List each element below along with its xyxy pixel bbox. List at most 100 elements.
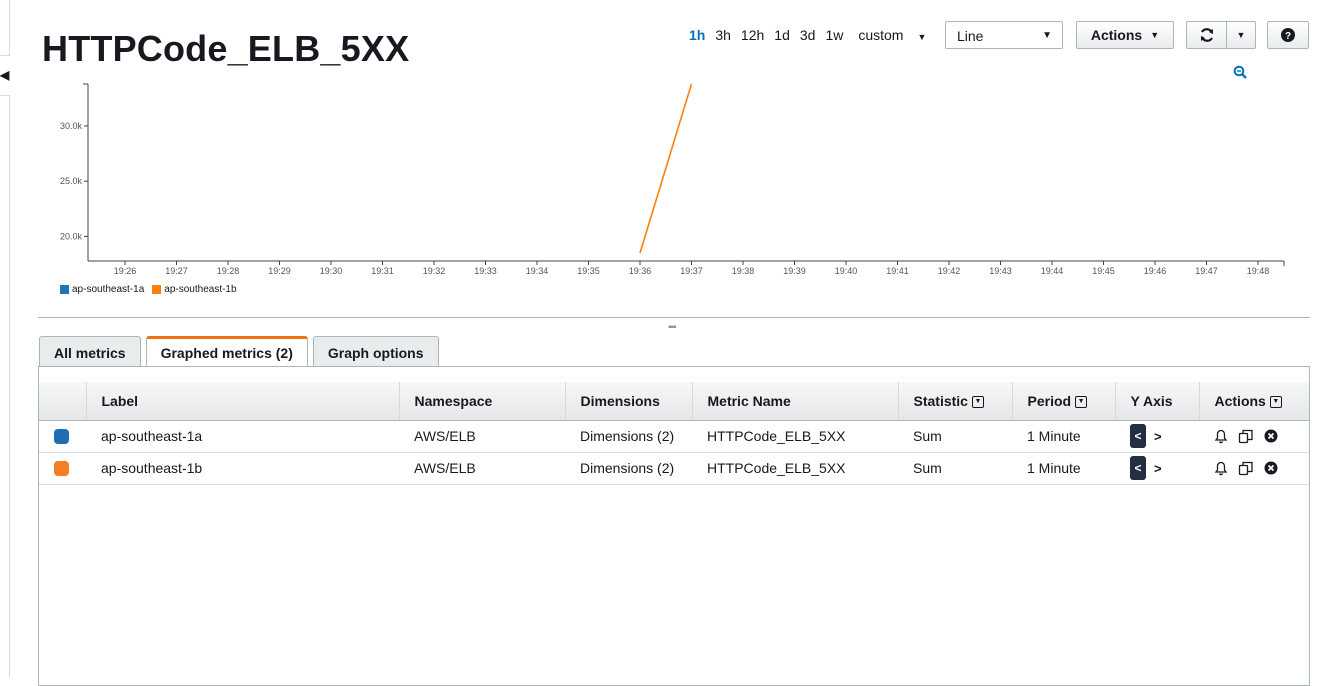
row-color-cell [39,452,86,485]
row-y-axis: < > [1115,452,1199,485]
graphed-metrics-panel: Label Namespace Dimensions Metric Name S… [38,366,1310,686]
refresh-icon [1200,28,1213,42]
row-period[interactable]: 1 Minute [1012,420,1115,453]
sort-dropdown-icon[interactable]: ▼ [971,396,984,409]
x-tick-label: 19:47 [1195,266,1218,276]
caret-down-icon: ▼ [1150,30,1160,40]
x-tick-label: 19:29 [268,266,291,276]
row-metric-name: HTTPCode_ELB_5XX [692,420,898,453]
left-panel-edge: ◀ [0,0,10,677]
copy-icon[interactable] [1238,429,1254,444]
row-namespace: AWS/ELB [399,452,565,485]
legend-item[interactable]: ap-southeast-1b [152,284,237,295]
header-actions[interactable]: Actions ▼ [1198,382,1309,421]
x-tick-label: 19:39 [783,266,806,276]
x-tick-label: 19:45 [1092,266,1115,276]
legend-item[interactable]: ap-southeast-1a [60,284,144,295]
x-tick-label: 19:43 [989,266,1012,276]
header-statistic[interactable]: Statistic ▼ [897,382,1012,421]
x-tick-label: 19:31 [371,266,394,276]
svg-text:?: ? [1285,31,1291,42]
x-tick-label: 19:28 [217,266,240,276]
graph-type-value: Line [957,28,984,44]
graphed-metrics-table: Label Namespace Dimensions Metric Name S… [39,382,1309,485]
resize-divider[interactable] [38,317,1310,318]
sort-dropdown-icon[interactable]: ▼ [1269,396,1282,409]
graph-type-select[interactable]: Line ▼ [945,21,1063,49]
x-tick-label: 19:41 [886,266,909,276]
actions-button[interactable]: Actions ▼ [1076,21,1174,49]
table-header-row: Label Namespace Dimensions Metric Name S… [39,382,1309,421]
left-panel-bottom-box [0,95,10,677]
range-3h[interactable]: 3h [710,27,736,43]
row-period[interactable]: 1 Minute [1012,452,1115,485]
y-tick-label: 20.0k [60,231,83,241]
range-custom-label: custom [858,27,904,43]
legend-swatch [152,285,162,294]
header-period-label: Period [1027,392,1072,409]
caret-down-icon: ▼ [917,32,927,42]
chart-legend: ap-southeast-1a ap-southeast-1b [60,284,237,295]
caret-down-icon: ▼ [1236,30,1246,40]
y-axis-left-button[interactable]: < [1130,424,1146,448]
tab-all-metrics[interactable]: All metrics [39,336,141,366]
tab-graph-options[interactable]: Graph options [312,336,439,366]
x-tick-label: 19:30 [320,266,343,276]
row-label[interactable]: ap-southeast-1a [86,420,399,453]
sort-dropdown-icon[interactable]: ▼ [1075,396,1088,409]
x-tick-label: 19:40 [835,266,858,276]
x-tick-label: 19:35 [577,266,600,276]
x-tick-label: 19:37 [680,266,703,276]
resize-grip-icon[interactable]: ▪▪▪ [668,322,677,333]
range-3d[interactable]: 3d [795,27,821,43]
tab-graphed-metrics[interactable]: Graphed metrics (2) [145,336,308,367]
row-statistic[interactable]: Sum [898,420,1012,453]
y-axis-right-button[interactable]: > [1154,461,1162,476]
refresh-button[interactable] [1186,21,1227,49]
y-axis-left-button[interactable]: < [1130,456,1146,480]
header-statistic-label: Statistic [913,392,968,409]
remove-icon[interactable] [1264,461,1278,475]
row-statistic[interactable]: Sum [898,452,1012,485]
series-color-swatch[interactable] [54,429,69,445]
row-label[interactable]: ap-southeast-1b [86,452,399,485]
row-y-axis: < > [1115,420,1199,453]
time-range-selector: 1h 3h 12h 1d 3d 1w custom ▼ [684,27,936,43]
row-dimensions[interactable]: Dimensions (2) [565,452,692,485]
refresh-options-button[interactable]: ▼ [1226,21,1256,49]
x-tick-label: 19:46 [1144,266,1167,276]
x-tick-label: 19:26 [114,266,137,276]
remove-icon[interactable] [1264,429,1278,443]
header-metric-name: Metric Name [691,382,898,421]
bell-icon[interactable] [1214,461,1228,476]
header-period[interactable]: Period ▼ [1011,382,1115,421]
copy-icon[interactable] [1238,461,1254,476]
help-button[interactable]: ? [1267,21,1309,49]
left-panel-arrow-icon[interactable]: ◀ [0,68,9,82]
chevron-down-icon: ▼ [1042,30,1052,41]
y-axis-right-button[interactable]: > [1154,429,1162,444]
y-tick-label: 25.0k [60,176,83,186]
actions-button-label: Actions [1090,27,1143,43]
x-tick-label: 19:38 [732,266,755,276]
row-dimensions[interactable]: Dimensions (2) [565,420,692,453]
range-custom[interactable]: custom ▼ [848,27,936,43]
page-title: HTTPCode_ELB_5XX [42,28,410,69]
x-tick-label: 19:48 [1247,266,1270,276]
series-color-swatch[interactable] [54,461,69,477]
range-1w[interactable]: 1w [820,27,848,43]
header-label: Label [85,382,399,421]
range-1h[interactable]: 1h [684,27,710,43]
legend-label: ap-southeast-1a [72,284,145,295]
zoom-icon[interactable] [1233,65,1247,79]
series-line [639,83,693,254]
metric-line-chart: 20.0k 25.0k 30.0k 19:26 19:27 19:28 19:29 19:30… [60,83,1285,276]
bell-icon[interactable] [1214,429,1228,444]
y-tick-label: 30.0k [60,121,83,131]
legend-label: ap-southeast-1b [164,284,237,295]
header-actions-label: Actions [1214,392,1266,409]
range-1d[interactable]: 1d [769,27,795,43]
range-12h[interactable]: 12h [736,27,769,43]
x-tick-label: 19:44 [1041,266,1064,276]
help-icon: ? [1281,28,1295,42]
